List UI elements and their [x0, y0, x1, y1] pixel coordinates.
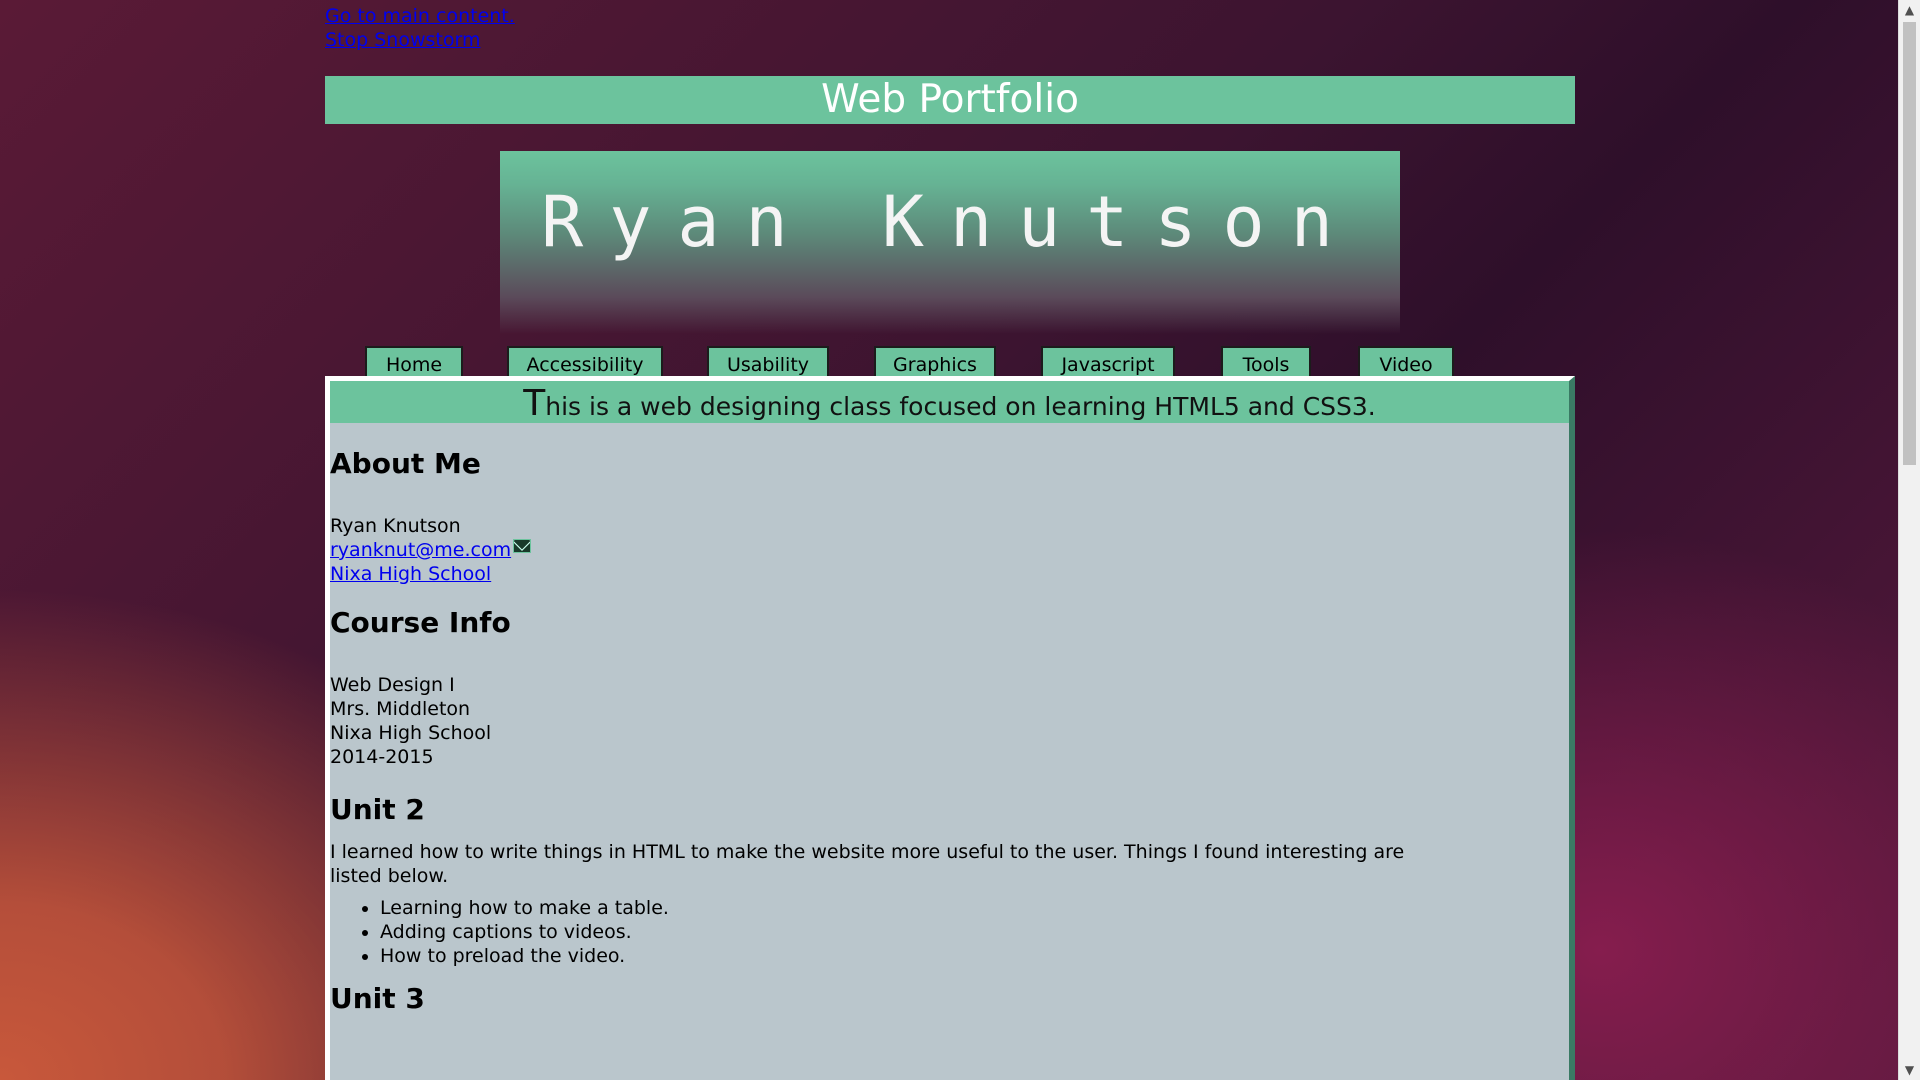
scroll-up-icon[interactable]: ▲: [1899, 0, 1920, 20]
banner-name: Ryan Knutson: [541, 181, 1359, 263]
course-line: Nixa High School: [330, 722, 492, 744]
unit-2-list: Learning how to make a table. Adding cap…: [330, 896, 1569, 968]
unit-3-heading: Unit 3: [330, 982, 425, 1015]
email-link[interactable]: ryanknut@me.com: [330, 539, 511, 561]
course-line: Mrs. Middleton: [330, 698, 471, 720]
skip-to-main-link[interactable]: Go to main content.: [325, 4, 515, 28]
course-line: Web Design I: [330, 674, 455, 696]
about-me-heading: About Me: [330, 447, 481, 480]
content-body: About Me Ryan Knutson ryanknut@me.com Ni…: [330, 447, 1569, 1015]
about-school-row: Nixa High School: [330, 562, 1569, 586]
about-email-row: ryanknut@me.com: [330, 538, 1569, 562]
main-content: This is a web designing class focused on…: [325, 376, 1575, 1080]
site-title: Web Portfolio: [821, 77, 1079, 122]
scroll-down-icon[interactable]: ▼: [1899, 1060, 1920, 1080]
tagline-initial: T: [523, 383, 546, 424]
unit-2-heading: Unit 2: [330, 793, 425, 826]
list-item: How to preload the video.: [380, 944, 1569, 968]
vertical-scrollbar[interactable]: ▲ ▼: [1898, 0, 1920, 1080]
scrollbar-thumb[interactable]: [1903, 22, 1916, 465]
tagline: This is a web designing class focused on…: [330, 381, 1569, 424]
list-item: Adding captions to videos.: [380, 920, 1569, 944]
course-line: 2014-2015: [330, 746, 434, 768]
skip-links: Go to main content. Stop Snowstorm: [325, 4, 515, 52]
mail-icon: [513, 539, 532, 553]
unit-2-paragraph: I learned how to write things in HTML to…: [330, 841, 1405, 887]
tagline-text: his is a web designing class focused on …: [545, 392, 1376, 421]
course-info-heading: Course Info: [330, 606, 511, 639]
school-link[interactable]: Nixa High School: [330, 563, 491, 585]
site-header: Web Portfolio: [325, 76, 1575, 124]
list-item: Learning how to make a table.: [380, 896, 1569, 920]
stop-snowstorm-link[interactable]: Stop Snowstorm: [325, 28, 515, 52]
about-name: Ryan Knutson: [330, 515, 461, 537]
name-banner: Ryan Knutson: [500, 151, 1400, 334]
